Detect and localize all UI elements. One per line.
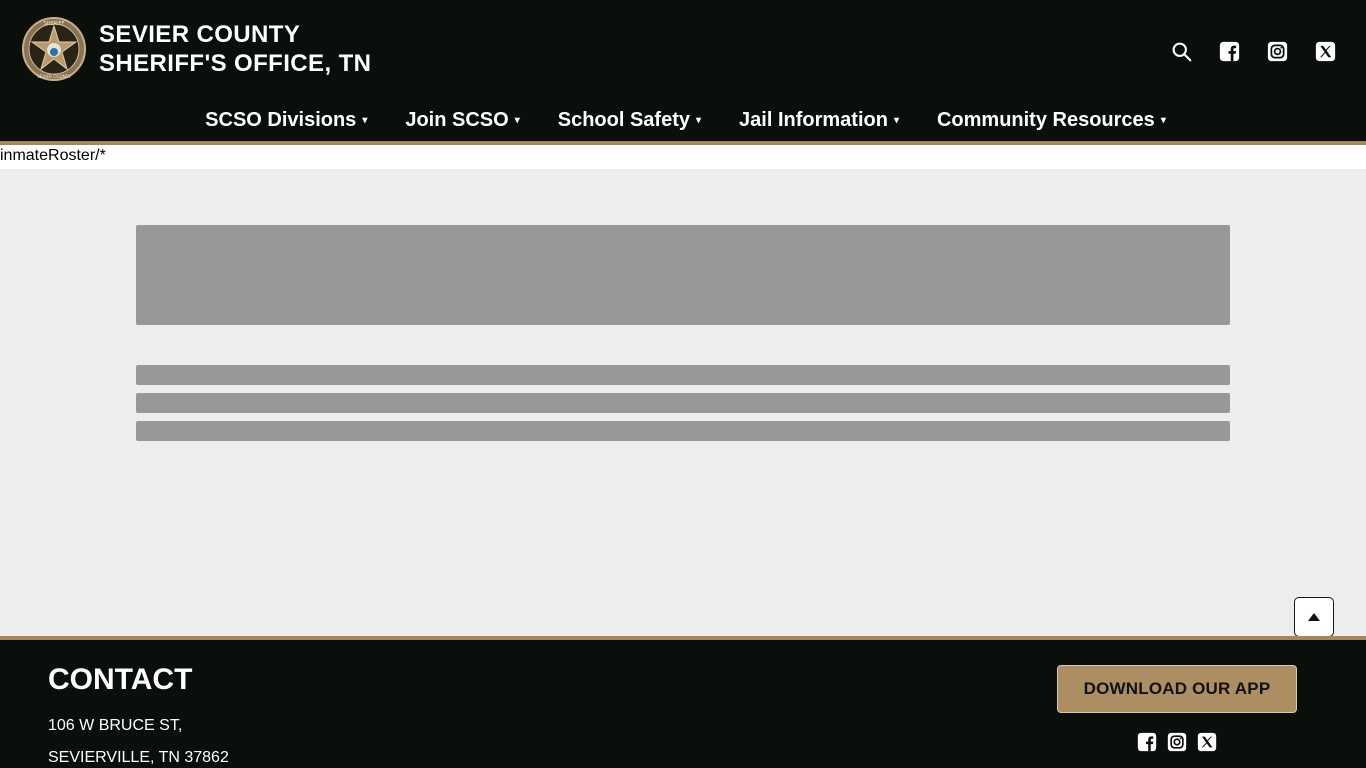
- sheriff-badge-logo: SHERIFF SEVIER COUNTY: [22, 17, 86, 81]
- footer-social-icons: [1137, 732, 1217, 752]
- nav-item-scso-divisions[interactable]: SCSO Divisions ▾: [205, 106, 367, 134]
- loading-placeholder-line: [136, 393, 1230, 413]
- badge-text-top: SHERIFF: [44, 21, 65, 27]
- site-title-line1: SEVIER COUNTY: [99, 21, 301, 48]
- nav-item-label: Jail Information: [739, 109, 888, 131]
- nav-item-label: Join SCSO: [405, 109, 509, 131]
- nav-item-label: Community Resources: [936, 109, 1155, 131]
- chevron-down-icon: ▾: [1160, 114, 1166, 126]
- facebook-icon[interactable]: [1219, 41, 1240, 62]
- site-footer: CONTACT 106 W BRUCE ST, SEVIERVILLE, TN …: [0, 640, 1366, 768]
- chevron-down-icon: ▾: [362, 114, 368, 126]
- chevron-down-icon: ▾: [893, 114, 899, 126]
- search-icon[interactable]: [1171, 41, 1192, 62]
- facebook-icon[interactable]: [1137, 732, 1157, 752]
- nav-item-join-scso[interactable]: Join SCSO ▾: [405, 106, 519, 134]
- chevron-down-icon: ▾: [696, 114, 702, 126]
- badge-text-bottom: SEVIER COUNTY: [37, 74, 71, 79]
- arrow-up-icon: [1308, 613, 1320, 621]
- loading-placeholder-line: [136, 421, 1230, 441]
- loading-placeholder-line: [136, 365, 1230, 385]
- nav-item-label: SCSO Divisions: [205, 109, 357, 131]
- instagram-icon[interactable]: [1267, 41, 1288, 62]
- site-title-line2: SHERIFF'S OFFICE, TN: [99, 50, 372, 77]
- home-logo-link[interactable]: SHERIFF SEVIER COUNTY SEVIER COUNTY SHER…: [22, 17, 371, 81]
- nav-item-label: School Safety: [557, 109, 690, 131]
- x-icon[interactable]: [1197, 732, 1217, 752]
- route-path-text: inmateRoster/*: [0, 145, 1366, 169]
- instagram-icon[interactable]: [1167, 732, 1187, 752]
- nav-item-jail-information[interactable]: Jail Information ▾: [739, 106, 899, 134]
- site-title[interactable]: SEVIER COUNTY SHERIFF'S OFFICE, TN: [99, 20, 371, 78]
- chevron-down-icon: ▾: [514, 114, 520, 126]
- download-app-button[interactable]: DOWNLOAD OUR APP: [1057, 665, 1297, 713]
- scroll-to-top-button[interactable]: [1294, 597, 1334, 637]
- x-icon[interactable]: [1315, 41, 1336, 62]
- nav-item-community-resources[interactable]: Community Resources ▾: [937, 106, 1166, 134]
- address-line-1: 106 W BRUCE ST,: [48, 717, 183, 734]
- address-line-2: SEVIERVILLE, TN 37862: [48, 749, 229, 766]
- main-nav: SCSO Divisions ▾ Join SCSO ▾ School Safe…: [0, 106, 1366, 134]
- loading-placeholder-block: [136, 225, 1230, 325]
- nav-item-school-safety[interactable]: School Safety ▾: [558, 106, 701, 134]
- header-social-icons: [1171, 41, 1336, 62]
- site-header: SHERIFF SEVIER COUNTY SEVIER COUNTY SHER…: [0, 0, 1366, 141]
- contact-heading: CONTACT: [48, 663, 193, 696]
